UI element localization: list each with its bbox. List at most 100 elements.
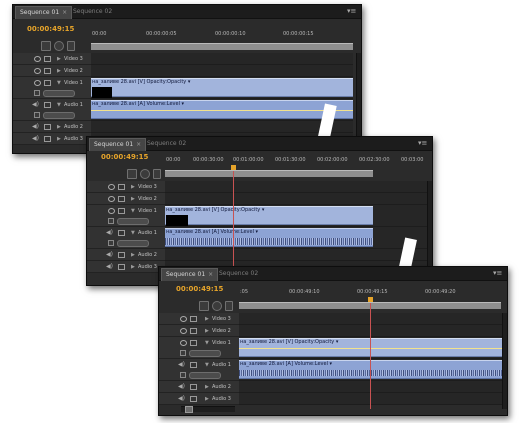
track-content[interactable]: на_заливе 28.avi [A] Volume:Level ▾	[165, 227, 428, 249]
lock-icon[interactable]	[190, 362, 197, 368]
set-marker-icon[interactable]	[153, 169, 161, 179]
audio-clip[interactable]: на_заливе 28.avi [A] Volume:Level ▾	[165, 228, 373, 247]
track-slider[interactable]	[189, 372, 221, 379]
eye-icon[interactable]	[108, 184, 115, 190]
expand-triangle-icon[interactable]: ▼	[205, 362, 209, 368]
tab-sequence-01[interactable]: Sequence 01 ×	[89, 138, 147, 151]
opacity-line[interactable]	[239, 348, 503, 349]
track-slider[interactable]	[117, 218, 149, 225]
keyframe-button[interactable]	[108, 240, 114, 246]
eye-icon[interactable]	[34, 80, 41, 86]
playhead-handle[interactable]	[368, 297, 373, 302]
expand-triangle-icon[interactable]: ▶	[57, 136, 61, 142]
marker-icon[interactable]	[54, 41, 64, 51]
video-clip[interactable]: на_заливе 28.avi [V] Opacity:Opacity ▾	[91, 78, 353, 98]
vertical-scrollbar[interactable]	[502, 313, 507, 409]
keyframe-button[interactable]	[34, 112, 40, 118]
speaker-icon[interactable]: ◀)	[32, 101, 39, 108]
panel-menu-icon[interactable]: ▾≡	[347, 7, 356, 15]
lock-icon[interactable]	[118, 208, 125, 214]
zoom-slider-knob[interactable]	[185, 406, 193, 413]
playhead-handle[interactable]	[231, 165, 236, 170]
lock-icon[interactable]	[44, 68, 51, 74]
eye-icon[interactable]	[180, 328, 187, 334]
lock-icon[interactable]	[118, 264, 125, 270]
panel-menu-icon[interactable]: ▾≡	[418, 139, 427, 147]
track-content[interactable]	[165, 249, 428, 261]
lock-icon[interactable]	[190, 316, 197, 322]
expand-triangle-icon[interactable]: ▶	[131, 264, 135, 270]
playhead-line[interactable]	[233, 171, 234, 277]
close-tab-icon[interactable]: ×	[62, 9, 67, 16]
lock-icon[interactable]	[118, 230, 125, 236]
track-content[interactable]: на_заливе 28.avi [V] Opacity:Opacity ▾	[165, 205, 428, 227]
expand-triangle-icon[interactable]: ▶	[131, 196, 135, 202]
tab-sequence-02[interactable]: Sequence 02	[215, 268, 262, 280]
lock-icon[interactable]	[190, 328, 197, 334]
expand-triangle-icon[interactable]: ▶	[131, 184, 135, 190]
track-content[interactable]	[239, 393, 503, 405]
tab-sequence-01[interactable]: Sequence 01 ×	[15, 6, 73, 19]
expand-triangle-icon[interactable]: ▶	[205, 316, 209, 322]
keyframe-button[interactable]	[34, 90, 40, 96]
track-content[interactable]: на_заливе 28.avi [A] Volume:Level ▾	[239, 359, 503, 381]
track-content[interactable]	[91, 121, 353, 133]
speaker-icon[interactable]: ◀)	[106, 263, 113, 270]
video-clip[interactable]: на_заливе 28.avi [V] Opacity:Opacity ▾	[239, 338, 503, 357]
track-content[interactable]	[239, 381, 503, 393]
track-slider[interactable]	[117, 240, 149, 247]
expand-triangle-icon[interactable]: ▶	[57, 124, 61, 130]
track-content[interactable]: на_заливе 28.avi [A] Volume:Level ▾	[91, 99, 353, 121]
eye-icon[interactable]	[108, 196, 115, 202]
speaker-icon[interactable]: ◀)	[178, 395, 185, 402]
current-timecode[interactable]: 00:00:49:15	[27, 25, 74, 33]
marker-icon[interactable]	[140, 169, 150, 179]
lock-icon[interactable]	[44, 102, 51, 108]
snap-icon[interactable]	[127, 169, 137, 179]
time-ruler[interactable]: 00:00 00:00:30:00 00:01:00:00 00:01:30:0…	[165, 157, 426, 167]
lock-icon[interactable]	[190, 340, 197, 346]
track-content[interactable]: на_заливе 28.avi [V] Opacity:Opacity ▾	[239, 337, 503, 359]
speaker-icon[interactable]: ◀)	[178, 361, 185, 368]
panel-menu-icon[interactable]: ▾≡	[493, 269, 502, 277]
track-content[interactable]	[91, 65, 353, 77]
eye-icon[interactable]	[180, 316, 187, 322]
lock-icon[interactable]	[44, 124, 51, 130]
keyframe-button[interactable]	[108, 218, 114, 224]
lock-icon[interactable]	[118, 184, 125, 190]
lock-icon[interactable]	[118, 196, 125, 202]
speaker-icon[interactable]: ◀)	[32, 123, 39, 130]
marker-icon[interactable]	[212, 301, 222, 311]
lock-icon[interactable]	[44, 80, 51, 86]
track-content[interactable]	[165, 193, 428, 205]
speaker-icon[interactable]: ◀)	[106, 251, 113, 258]
expand-triangle-icon[interactable]: ▶	[57, 68, 61, 74]
expand-triangle-icon[interactable]: ▼	[57, 80, 61, 86]
close-tab-icon[interactable]: ×	[136, 141, 141, 148]
volume-level-line[interactable]	[91, 110, 353, 111]
expand-triangle-icon[interactable]: ▶	[205, 396, 209, 402]
set-marker-icon[interactable]	[67, 41, 75, 51]
vertical-scrollbar[interactable]	[427, 181, 432, 279]
track-slider[interactable]	[43, 112, 75, 119]
snap-icon[interactable]	[199, 301, 209, 311]
track-content[interactable]	[239, 325, 503, 337]
speaker-icon[interactable]: ◀)	[32, 135, 39, 142]
keyframe-button[interactable]	[180, 372, 186, 378]
lock-icon[interactable]	[190, 396, 197, 402]
track-slider[interactable]	[43, 90, 75, 97]
video-clip[interactable]: на_заливе 28.avi [V] Opacity:Opacity ▾	[165, 206, 373, 226]
snap-icon[interactable]	[41, 41, 51, 51]
expand-triangle-icon[interactable]: ▼	[205, 340, 209, 346]
current-timecode[interactable]: 00:00:49:15	[176, 285, 223, 293]
close-tab-icon[interactable]: ×	[208, 271, 213, 278]
tab-sequence-02[interactable]: Sequence 02	[143, 138, 190, 150]
expand-triangle-icon[interactable]: ▶	[131, 252, 135, 258]
track-content[interactable]	[239, 313, 503, 325]
time-ruler[interactable]: 00:00 00:00:00:05 00:00:00:10 00:00:00:1…	[91, 31, 353, 41]
expand-triangle-icon[interactable]: ▼	[57, 102, 61, 108]
audio-clip[interactable]: на_заливе 28.avi [A] Volume:Level ▾	[239, 360, 503, 379]
vertical-scrollbar[interactable]	[356, 53, 361, 147]
eye-icon[interactable]	[34, 56, 41, 62]
track-content[interactable]	[165, 181, 428, 193]
